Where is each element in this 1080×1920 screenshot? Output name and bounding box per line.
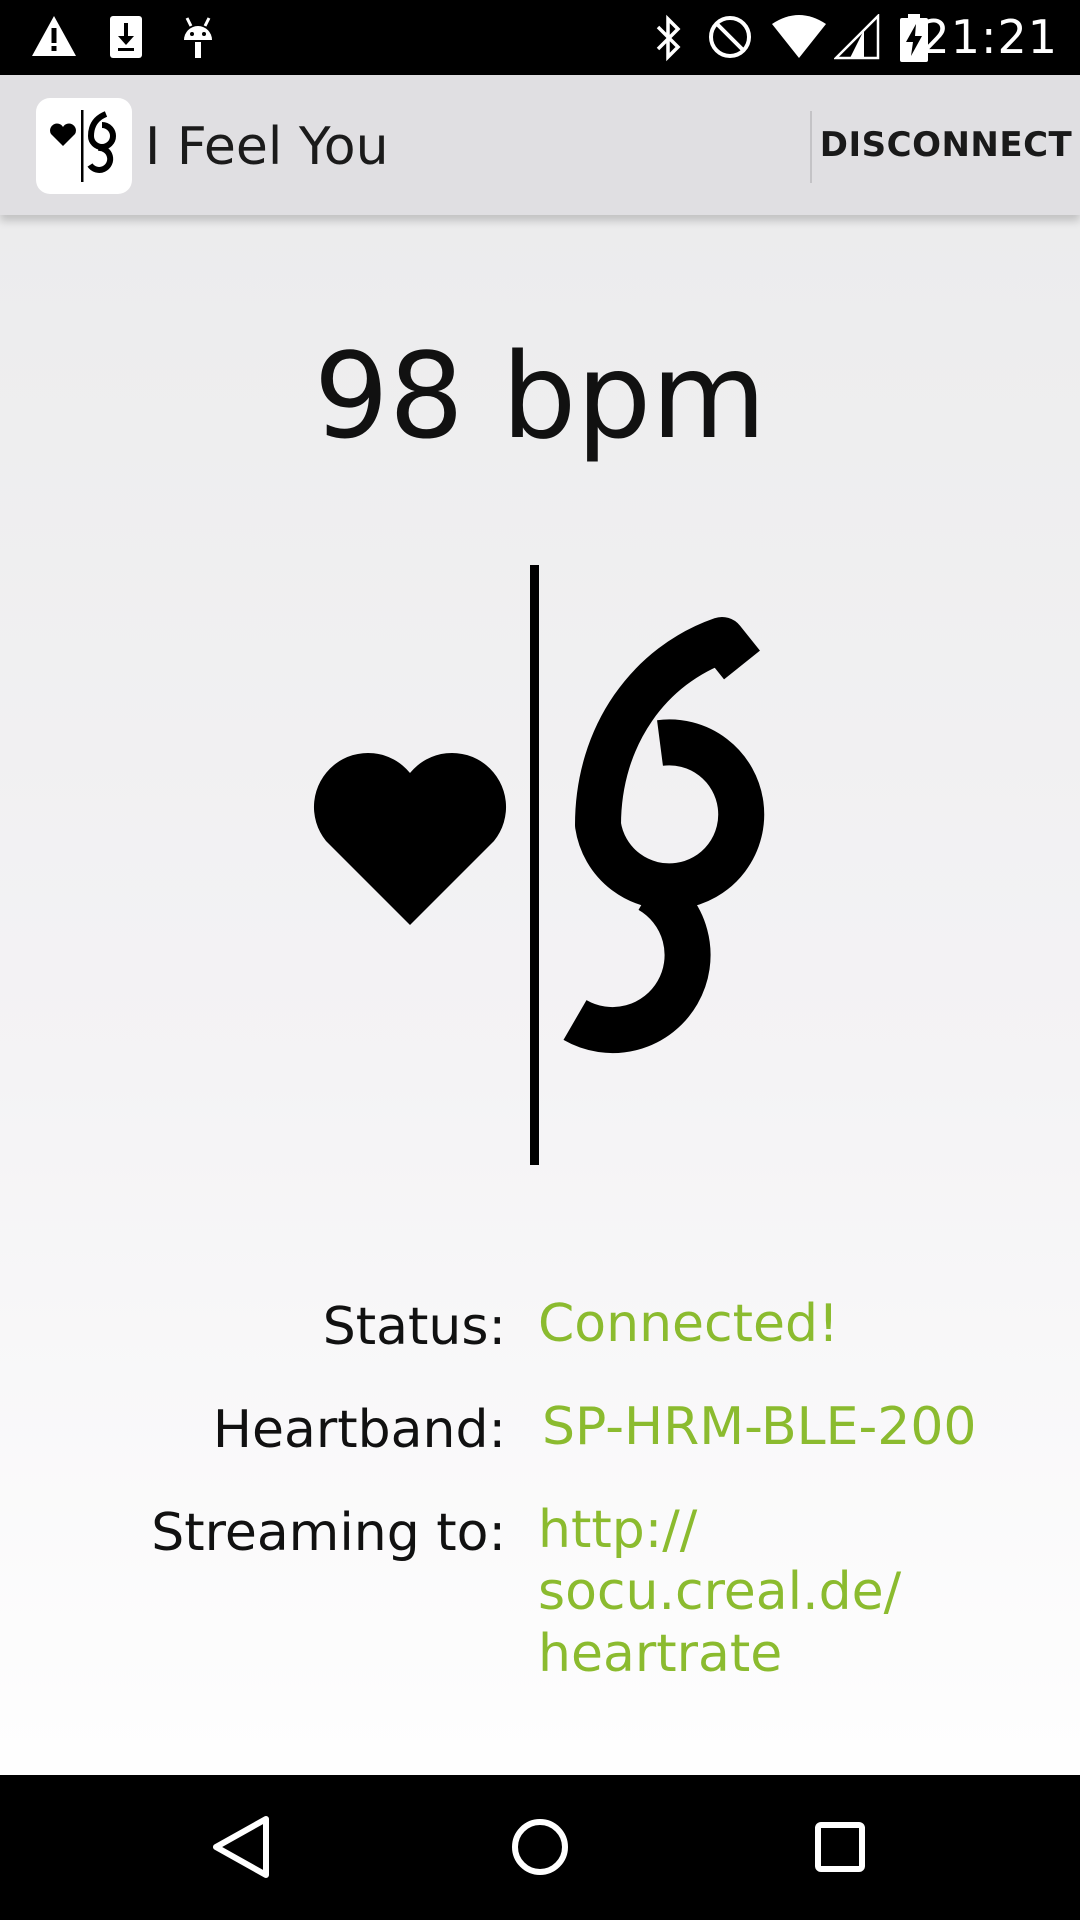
navigation-bar bbox=[0, 1775, 1080, 1920]
streaming-url-line: http:// bbox=[538, 1500, 698, 1560]
streaming-label: Streaming to: bbox=[151, 1503, 506, 1563]
disconnect-button[interactable]: DISCONNECT bbox=[812, 75, 1080, 215]
wifi-icon bbox=[772, 15, 826, 58]
android-debug-icon bbox=[184, 17, 212, 58]
streaming-url-line: heartrate bbox=[538, 1624, 783, 1684]
status-value: Connected! bbox=[538, 1294, 839, 1354]
heart-logo-icon bbox=[313, 565, 765, 1165]
app-title: I Feel You bbox=[145, 117, 389, 177]
back-icon[interactable] bbox=[200, 1807, 280, 1887]
status-label: Status: bbox=[322, 1297, 506, 1357]
home-icon[interactable] bbox=[500, 1807, 580, 1887]
heart-rate-display: 98 bpm bbox=[313, 327, 767, 465]
bluetooth-icon bbox=[656, 14, 681, 62]
streaming-url-line: socu.creal.de/ bbox=[538, 1562, 902, 1622]
app-bar: I Feel You DISCONNECT bbox=[0, 75, 1080, 215]
download-icon bbox=[110, 16, 142, 58]
status-bar-time: 21:21 bbox=[920, 10, 1058, 64]
heartband-label: Heartband: bbox=[212, 1400, 506, 1460]
signal-icon bbox=[834, 14, 880, 60]
heartband-value: SP-HRM-BLE-200 bbox=[542, 1397, 977, 1457]
warning-icon bbox=[32, 16, 76, 56]
main-content: 98 bpm Status: Connected! Heartband: SP-… bbox=[0, 215, 1080, 1775]
recents-icon[interactable] bbox=[800, 1807, 880, 1887]
streaming-url[interactable]: http:// socu.creal.de/ heartrate bbox=[538, 1499, 901, 1685]
app-logo-icon bbox=[36, 98, 132, 194]
do-not-disturb-icon bbox=[709, 16, 751, 58]
status-bar: 21:21 bbox=[0, 0, 1080, 75]
screen: 21:21 I Feel You DISCONNECT 98 bpm Statu… bbox=[0, 0, 1080, 1920]
